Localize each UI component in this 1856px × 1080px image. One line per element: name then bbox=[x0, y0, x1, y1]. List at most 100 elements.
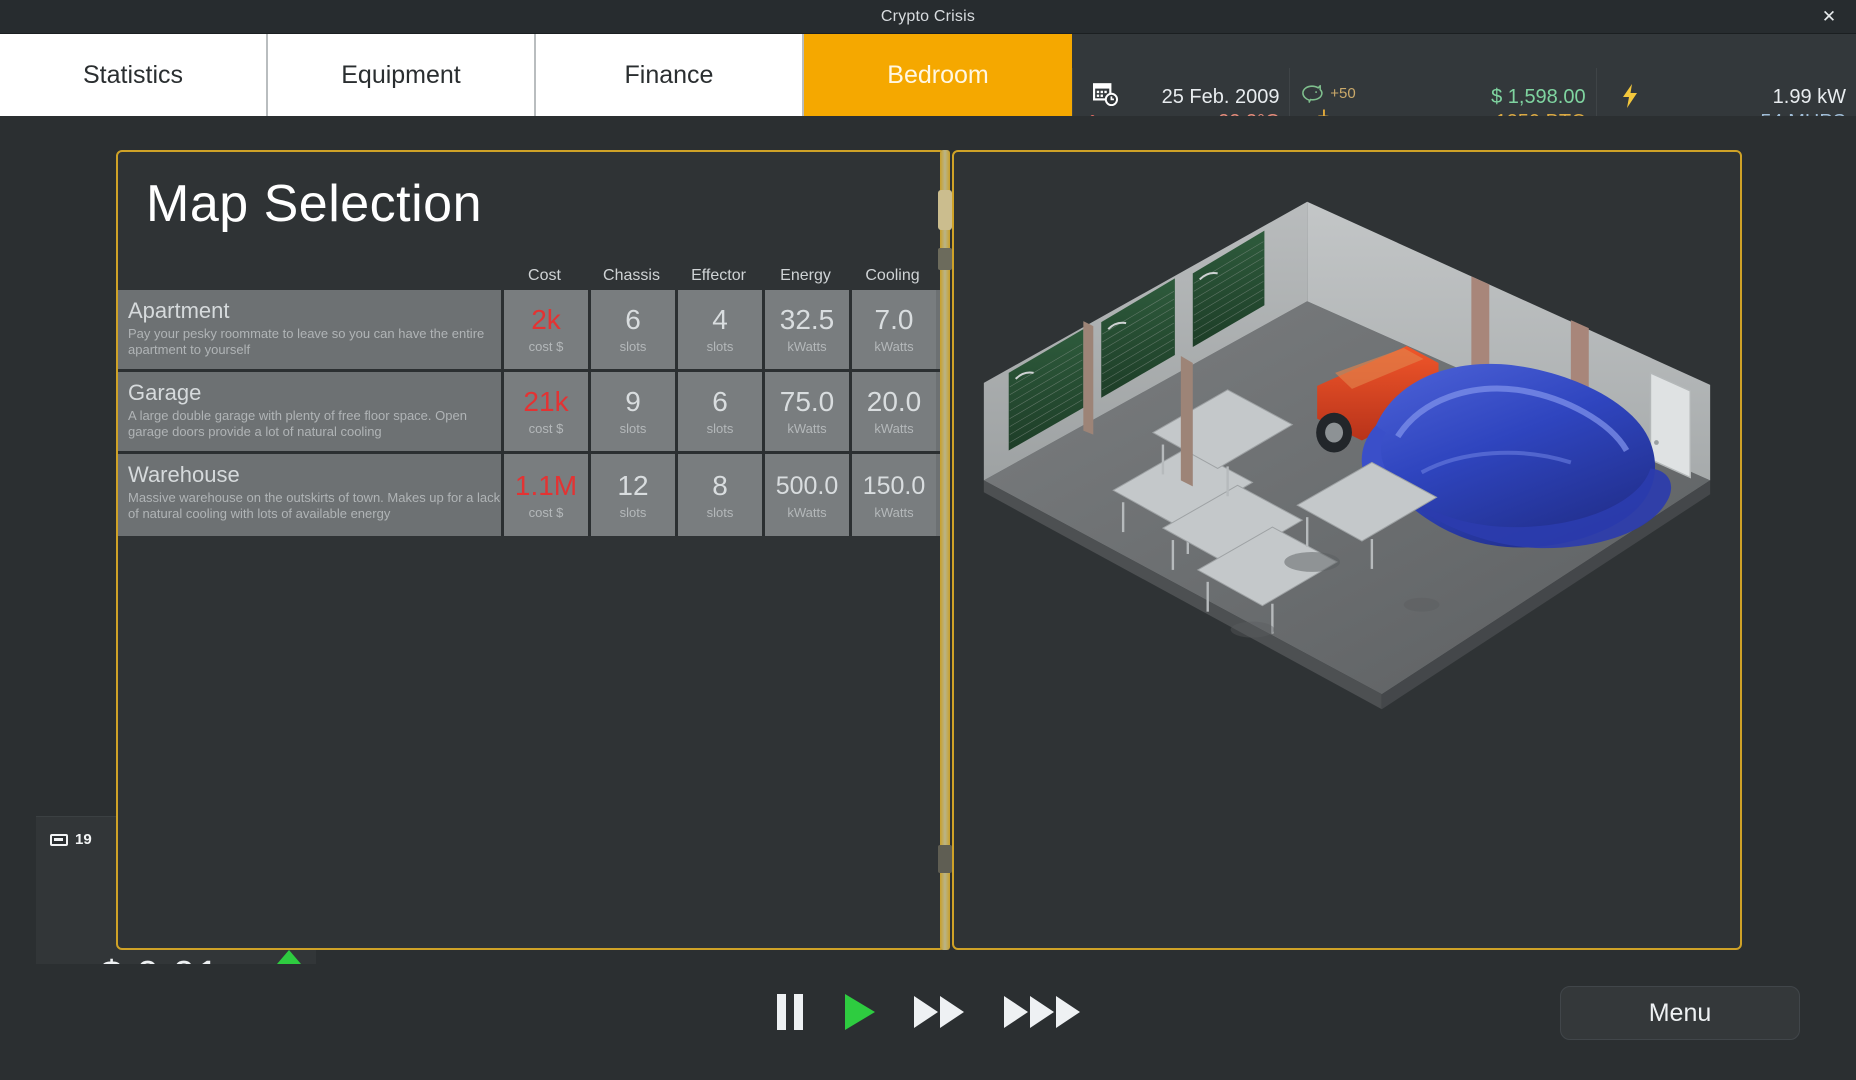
cost-unit: cost $ bbox=[529, 339, 564, 354]
map-table-header: Cost Chassis Effector Energy Cooling bbox=[118, 256, 944, 290]
panel-divider bbox=[940, 150, 950, 950]
energy-value: 75.0 bbox=[780, 387, 835, 417]
energy-unit: kWatts bbox=[787, 421, 826, 436]
effector-value: 4 bbox=[712, 305, 728, 335]
scrollbar-thumb[interactable] bbox=[938, 190, 952, 230]
cell-cooling: 20.0 kWatts bbox=[849, 372, 936, 451]
status-power: 1.99 kW bbox=[1773, 86, 1846, 108]
map-table: Cost Chassis Effector Energy Cooling Apa… bbox=[118, 256, 944, 536]
ticker-trend-up-icon bbox=[277, 950, 301, 964]
cell-cooling: 7.0 kWatts bbox=[849, 290, 936, 369]
scrollbar-end-knob[interactable] bbox=[938, 845, 952, 873]
effector-unit: slots bbox=[707, 421, 734, 436]
map-name: Garage bbox=[128, 380, 501, 406]
tab-equipment-label: Equipment bbox=[341, 61, 461, 90]
effector-value: 8 bbox=[712, 471, 728, 501]
cell-energy: 32.5 kWatts bbox=[762, 290, 849, 369]
window-title: Crypto Crisis bbox=[0, 0, 1856, 34]
play-icon bbox=[842, 992, 876, 1032]
title-bar: Crypto Crisis ✕ bbox=[0, 0, 1856, 34]
table-row[interactable]: Apartment Pay your pesky roommate to lea… bbox=[118, 290, 944, 372]
chassis-unit: slots bbox=[620, 339, 647, 354]
cell-cost: 21k cost $ bbox=[501, 372, 588, 451]
cell-chassis: 12 slots bbox=[588, 454, 675, 536]
page-title: Map Selection bbox=[146, 174, 482, 234]
effector-unit: slots bbox=[707, 339, 734, 354]
cell-effector: 6 slots bbox=[675, 372, 762, 451]
table-row[interactable]: Warehouse Massive warehouse on the outsk… bbox=[118, 454, 944, 536]
game-window: Crypto Crisis ✕ Statistics Equipment Fin… bbox=[0, 0, 1856, 1080]
map-preview-panel bbox=[952, 150, 1742, 950]
piggy-row: +50 bbox=[1299, 83, 1355, 103]
map-description: Pay your pesky roommate to leave so you … bbox=[128, 326, 501, 358]
map-name: Apartment bbox=[128, 298, 501, 324]
cooling-unit: kWatts bbox=[874, 339, 913, 354]
col-header-effector: Effector bbox=[675, 267, 762, 290]
bottom-bar: Menu bbox=[0, 964, 1856, 1080]
tab-bedroom-label: Bedroom bbox=[887, 61, 988, 90]
tab-bedroom[interactable]: Bedroom bbox=[804, 34, 1072, 116]
fast-forward-2x-button[interactable] bbox=[912, 992, 966, 1032]
header-bar: Statistics Equipment Finance Bedroom bbox=[0, 34, 1856, 116]
cell-cooling: 150.0 kWatts bbox=[849, 454, 936, 536]
tab-finance-label: Finance bbox=[625, 61, 714, 90]
pause-icon bbox=[774, 992, 806, 1032]
transport-controls bbox=[774, 992, 1082, 1032]
cost-value: 21k bbox=[523, 387, 568, 417]
table-row[interactable]: Garage A large double garage with plenty… bbox=[118, 372, 944, 454]
scrollbar-knob[interactable] bbox=[938, 248, 952, 270]
tab-statistics[interactable]: Statistics bbox=[0, 34, 268, 116]
fast-forward-3x-icon bbox=[1002, 992, 1082, 1032]
cell-effector: 8 slots bbox=[675, 454, 762, 536]
close-icon[interactable]: ✕ bbox=[1812, 0, 1846, 34]
cell-cost: 1.1M cost $ bbox=[501, 454, 588, 536]
energy-unit: kWatts bbox=[787, 505, 826, 520]
lightning-bolt-icon bbox=[1619, 83, 1641, 109]
energy-value: 500.0 bbox=[776, 471, 839, 501]
cell-energy: 500.0 kWatts bbox=[762, 454, 849, 536]
tab-equipment[interactable]: Equipment bbox=[268, 34, 536, 116]
row-name-cell: Apartment Pay your pesky roommate to lea… bbox=[118, 290, 501, 369]
cooling-unit: kWatts bbox=[874, 421, 913, 436]
col-header-cost: Cost bbox=[501, 267, 588, 290]
map-name: Warehouse bbox=[128, 462, 501, 488]
effector-value: 6 bbox=[712, 387, 728, 417]
menu-button-label: Menu bbox=[1649, 999, 1712, 1028]
tab-bar: Statistics Equipment Finance Bedroom bbox=[0, 34, 1072, 116]
cell-effector: 4 slots bbox=[675, 290, 762, 369]
calendar-clock-icon bbox=[1093, 81, 1119, 107]
effector-unit: slots bbox=[707, 505, 734, 520]
play-button[interactable] bbox=[842, 992, 876, 1032]
col-header-energy: Energy bbox=[762, 267, 849, 290]
bed-icon bbox=[50, 834, 68, 846]
row-name-cell: Warehouse Massive warehouse on the outsk… bbox=[118, 454, 501, 536]
cell-energy: 75.0 kWatts bbox=[762, 372, 849, 451]
cooling-value: 7.0 bbox=[875, 305, 914, 335]
map-description: Massive warehouse on the outskirts of to… bbox=[128, 490, 501, 522]
cooling-unit: kWatts bbox=[874, 505, 913, 520]
cost-value: 2k bbox=[531, 305, 561, 335]
status-date: 25 Feb. 2009 bbox=[1162, 86, 1280, 108]
menu-button[interactable]: Menu bbox=[1560, 986, 1800, 1040]
tab-finance[interactable]: Finance bbox=[536, 34, 804, 116]
tab-statistics-label: Statistics bbox=[83, 61, 183, 90]
cell-chassis: 9 slots bbox=[588, 372, 675, 451]
cost-value: 1.1M bbox=[515, 471, 577, 501]
fast-forward-3x-button[interactable] bbox=[1002, 992, 1082, 1032]
cell-cost: 2k cost $ bbox=[501, 290, 588, 369]
cell-chassis: 6 slots bbox=[588, 290, 675, 369]
col-header-chassis: Chassis bbox=[588, 267, 675, 290]
cost-unit: cost $ bbox=[529, 505, 564, 520]
status-cash: $ 1,598.00 bbox=[1491, 86, 1586, 108]
map-description: A large double garage with plenty of fre… bbox=[128, 408, 501, 440]
col-header-cooling: Cooling bbox=[849, 267, 936, 290]
cooling-value: 20.0 bbox=[867, 387, 922, 417]
energy-value: 32.5 bbox=[780, 305, 835, 335]
chassis-unit: slots bbox=[620, 421, 647, 436]
savings-bonus: +50 bbox=[1330, 85, 1355, 102]
chassis-unit: slots bbox=[620, 505, 647, 520]
chassis-value: 6 bbox=[625, 305, 641, 335]
pause-button[interactable] bbox=[774, 992, 806, 1032]
piggy-bank-icon bbox=[1299, 83, 1325, 103]
map-selection-panel: Map Selection Cost Chassis Effector Ener… bbox=[116, 150, 946, 950]
